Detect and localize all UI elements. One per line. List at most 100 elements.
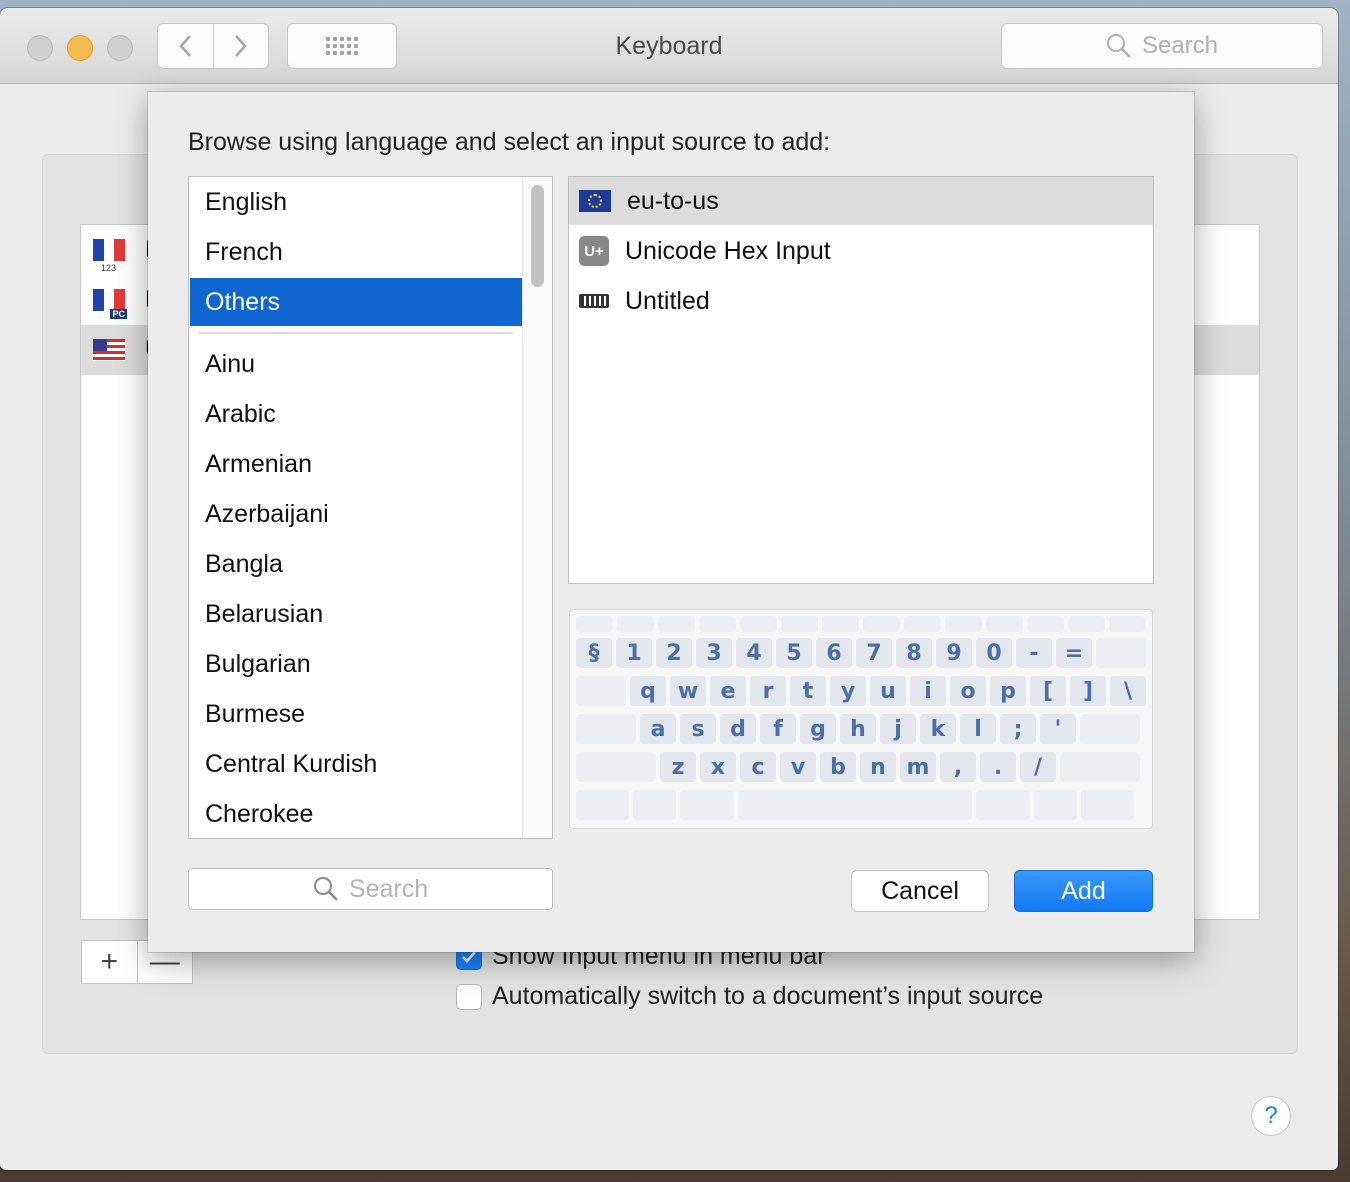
language-divider [199, 332, 513, 334]
key [1034, 790, 1077, 820]
key [863, 616, 900, 632]
key: 1 [616, 638, 652, 668]
language-list-scrollbar[interactable] [522, 177, 552, 838]
key [904, 616, 941, 632]
keyboard-layout-preview: § 1 2 3 4 5 6 7 8 9 0 - = q w e r t y u … [569, 609, 1153, 829]
keyboard-bottom-letter-row: z x c v b n m , . / [576, 752, 1140, 782]
key: h [840, 714, 876, 744]
key: / [1020, 752, 1056, 782]
key [1080, 714, 1140, 744]
input-source-options-list: eu-to-us U+ Unicode Hex Input Untitled [568, 176, 1154, 584]
key: m [900, 752, 936, 782]
language-search-field[interactable]: Search [188, 868, 553, 910]
key: 7 [856, 638, 892, 668]
language-item-others[interactable]: Others [190, 278, 522, 326]
key: 2 [656, 638, 692, 668]
key: d [720, 714, 756, 744]
language-item[interactable]: Armenian [190, 440, 522, 488]
language-list: English French Others Ainu Arabic Armeni… [188, 176, 553, 839]
keyboard-number-row: § 1 2 3 4 5 6 7 8 9 0 - = [576, 638, 1146, 668]
key: i [910, 676, 946, 706]
key [576, 790, 629, 820]
key [1109, 616, 1145, 632]
key [658, 616, 695, 632]
language-item[interactable]: Cherokee [190, 790, 522, 838]
key: 8 [896, 638, 932, 668]
keyboard-preferences-window: Keyboard Search 123 F PC F U + — Show In… [0, 8, 1338, 1170]
key: \ [1110, 676, 1146, 706]
us-flag-icon [93, 339, 125, 361]
key: p [990, 676, 1026, 706]
spacebar-key [738, 790, 972, 820]
eu-flag-icon [579, 190, 611, 212]
french-pc-flag-icon: PC [93, 289, 127, 319]
key: § [576, 638, 612, 668]
key [945, 616, 982, 632]
search-placeholder: Search [348, 874, 429, 903]
key: y [830, 676, 866, 706]
key: [ [1030, 676, 1066, 706]
key: n [860, 752, 896, 782]
key: 0 [976, 638, 1012, 668]
language-item[interactable]: Azerbaijani [190, 490, 522, 538]
source-name: Untitled [625, 286, 710, 315]
language-item-english[interactable]: English [190, 178, 522, 226]
key: r [750, 676, 786, 706]
language-item[interactable]: Arabic [190, 390, 522, 438]
key [986, 616, 1023, 632]
language-item-french[interactable]: French [190, 228, 522, 276]
language-item[interactable]: Bulgarian [190, 640, 522, 688]
key: w [670, 676, 706, 706]
key: t [790, 676, 826, 706]
add-button[interactable]: Add [1014, 870, 1153, 912]
keyboard-function-row [576, 616, 1145, 632]
add-input-source-button[interactable]: + [82, 941, 137, 983]
preferences-search-field[interactable]: Search [1001, 23, 1323, 69]
key: ; [1000, 714, 1036, 744]
source-item-unicode-hex[interactable]: U+ Unicode Hex Input [569, 227, 1153, 275]
key: c [740, 752, 776, 782]
key [1027, 616, 1064, 632]
search-icon [313, 877, 338, 901]
cancel-button[interactable]: Cancel [851, 870, 989, 912]
keyboard-space-row [576, 790, 1134, 820]
keyboard-icon [579, 294, 609, 308]
key: e [710, 676, 746, 706]
source-item-eu-to-us[interactable]: eu-to-us [569, 177, 1153, 225]
key: , [940, 752, 976, 782]
title-bar: Keyboard Search [0, 8, 1338, 84]
language-item[interactable]: Ainu [190, 340, 522, 388]
key: 4 [736, 638, 772, 668]
key: s [680, 714, 716, 744]
key: 5 [776, 638, 812, 668]
search-placeholder: Search [1141, 32, 1219, 59]
key [1096, 638, 1146, 668]
language-item[interactable]: Burmese [190, 690, 522, 738]
unicode-hex-icon: U+ [579, 236, 609, 266]
scrollbar-thumb[interactable] [531, 185, 544, 287]
key [576, 676, 626, 706]
key [617, 616, 654, 632]
auto-switch-option[interactable]: Automatically switch to a document’s inp… [456, 982, 1043, 1011]
key [680, 790, 734, 820]
language-item[interactable]: Bangla [190, 540, 522, 588]
source-item-untitled[interactable]: Untitled [569, 277, 1153, 325]
key [699, 616, 736, 632]
key: q [630, 676, 666, 706]
help-button[interactable]: ? [1251, 1096, 1291, 1136]
search-icon [1106, 34, 1131, 58]
key [740, 616, 777, 632]
auto-switch-checkbox[interactable] [456, 983, 482, 1010]
keyboard-home-row: a s d f g h j k l ; ' [576, 714, 1140, 744]
key [1081, 790, 1134, 820]
key [576, 714, 636, 744]
key [576, 616, 613, 632]
keyboard-top-letter-row: q w e r t y u i o p [ ] \ [576, 676, 1146, 706]
key [781, 616, 818, 632]
language-item[interactable]: Belarusian [190, 590, 522, 638]
sheet-prompt: Browse using language and select an inpu… [188, 128, 831, 156]
key: o [950, 676, 986, 706]
french-flag-icon: 123 [93, 239, 126, 273]
language-item[interactable]: Central Kurdish [190, 740, 522, 788]
help-icon: ? [1264, 1102, 1278, 1129]
